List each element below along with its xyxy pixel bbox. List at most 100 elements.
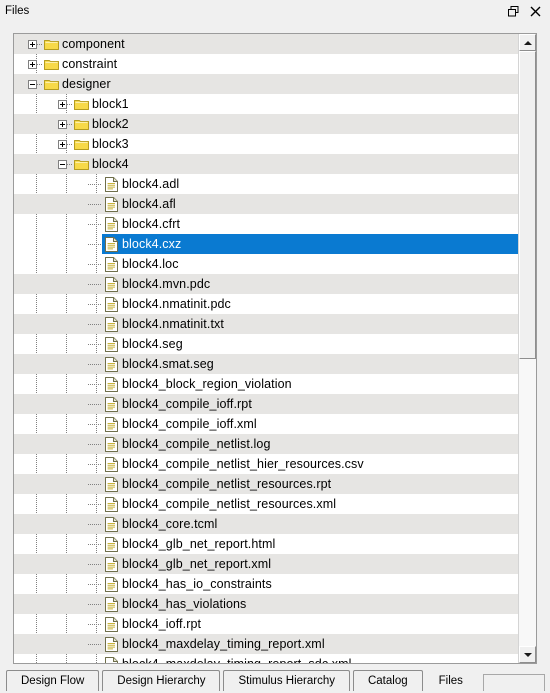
scroll-up-icon[interactable] bbox=[519, 34, 536, 51]
tree-leaf-connector bbox=[82, 454, 102, 474]
tree-row[interactable]: block4_ioff.rpt bbox=[14, 614, 518, 634]
panel-title: Files bbox=[5, 5, 30, 17]
tree-row[interactable]: block4 bbox=[14, 154, 518, 174]
tree-row[interactable]: block4_has_violations bbox=[14, 594, 518, 614]
expand-toggle-icon[interactable] bbox=[52, 134, 73, 154]
tree-row-label: block4_ioff.rpt bbox=[122, 617, 202, 631]
scrollbar-thumb[interactable] bbox=[519, 51, 536, 359]
file-tree-viewport[interactable]: component constraint designer block1 block2 b… bbox=[14, 34, 518, 663]
file-icon bbox=[102, 174, 120, 194]
collapse-toggle-icon[interactable] bbox=[52, 154, 73, 174]
tree-leaf-connector bbox=[82, 494, 102, 514]
tree-row-label: block4_block_region_violation bbox=[122, 377, 292, 391]
tree-leaf-connector bbox=[82, 594, 102, 614]
tree-leaf-connector bbox=[82, 294, 102, 314]
scrollbar-track[interactable] bbox=[519, 51, 536, 646]
tree-row-label: block4_compile_netlist_hier_resources.cs… bbox=[122, 457, 364, 471]
tree-row[interactable]: block4.nmatinit.pdc bbox=[14, 294, 518, 314]
tree-row-label: block4.smat.seg bbox=[122, 357, 214, 371]
file-icon bbox=[102, 194, 120, 214]
expand-toggle-icon[interactable] bbox=[52, 114, 73, 134]
tree-row[interactable]: block4_has_io_constraints bbox=[14, 574, 518, 594]
tree-row[interactable]: block4.cxz bbox=[14, 234, 518, 254]
tree-row[interactable]: block4_compile_netlist_resources.rpt bbox=[14, 474, 518, 494]
tree-row[interactable]: block4_compile_netlist_hier_resources.cs… bbox=[14, 454, 518, 474]
tree-row[interactable]: block4_maxdelay_timing_report.xml bbox=[14, 634, 518, 654]
tree-row[interactable]: designer bbox=[14, 74, 518, 94]
tree-row-label: block3 bbox=[92, 137, 129, 151]
file-icon bbox=[102, 514, 120, 534]
tree-row[interactable]: block1 bbox=[14, 94, 518, 114]
tree-row-label: block4.afl bbox=[122, 197, 176, 211]
tree-row[interactable]: block4_glb_net_report.xml bbox=[14, 554, 518, 574]
close-icon[interactable] bbox=[529, 5, 542, 18]
tree-row-label: component bbox=[62, 37, 125, 51]
file-icon bbox=[102, 434, 120, 454]
tree-row[interactable]: block4.smat.seg bbox=[14, 354, 518, 374]
tree-leaf-connector bbox=[82, 534, 102, 554]
tab-design-flow[interactable]: Design Flow bbox=[6, 670, 100, 691]
folder-icon bbox=[42, 34, 60, 54]
tree-row[interactable]: block4.adl bbox=[14, 174, 518, 194]
tree-row[interactable]: block4.seg bbox=[14, 334, 518, 354]
restore-icon[interactable] bbox=[507, 5, 520, 18]
tree-row-label: block4_compile_ioff.xml bbox=[122, 417, 257, 431]
tree-row[interactable]: block4_glb_net_report.html bbox=[14, 534, 518, 554]
tree-row-label: block4_has_io_constraints bbox=[122, 577, 272, 591]
tree-row[interactable]: block4_compile_ioff.rpt bbox=[14, 394, 518, 414]
tree-row[interactable]: block4.afl bbox=[14, 194, 518, 214]
file-icon bbox=[102, 574, 120, 594]
tree-row[interactable]: block4.mvn.pdc bbox=[14, 274, 518, 294]
tree-leaf-connector bbox=[82, 634, 102, 654]
file-icon bbox=[102, 554, 120, 574]
vertical-scrollbar[interactable] bbox=[518, 34, 536, 663]
expand-toggle-icon[interactable] bbox=[22, 54, 43, 74]
tree-row[interactable]: block4.nmatinit.txt bbox=[14, 314, 518, 334]
tree-row[interactable]: block4_compile_netlist_resources.xml bbox=[14, 494, 518, 514]
file-icon bbox=[102, 634, 120, 654]
tree-row-label: block4_core.tcml bbox=[122, 517, 218, 531]
tree-row[interactable]: block4_core.tcml bbox=[14, 514, 518, 534]
file-icon bbox=[102, 414, 120, 434]
expand-toggle-icon[interactable] bbox=[52, 94, 73, 114]
tree-row[interactable]: block4.loc bbox=[14, 254, 518, 274]
file-icon bbox=[102, 334, 120, 354]
collapse-toggle-icon[interactable] bbox=[22, 74, 43, 94]
tree-leaf-connector bbox=[82, 334, 102, 354]
tree-row[interactable]: block4.cfrt bbox=[14, 214, 518, 234]
tab-design-hierarchy[interactable]: Design Hierarchy bbox=[102, 670, 221, 691]
tree-leaf-connector bbox=[82, 554, 102, 574]
tree-row[interactable]: component bbox=[14, 34, 518, 54]
tab-files[interactable]: Files bbox=[425, 670, 476, 691]
tree-row[interactable]: block4_maxdelay_timing_report_sdc.xml bbox=[14, 654, 518, 663]
file-icon bbox=[102, 314, 120, 334]
tree-row[interactable]: constraint bbox=[14, 54, 518, 74]
expand-toggle-icon[interactable] bbox=[22, 34, 43, 54]
tree-row[interactable]: block4_compile_ioff.xml bbox=[14, 414, 518, 434]
scroll-down-icon[interactable] bbox=[519, 646, 536, 663]
tree-row[interactable]: block4_compile_netlist.log bbox=[14, 434, 518, 454]
tab-stimulus-hierarchy[interactable]: Stimulus Hierarchy bbox=[223, 670, 350, 691]
tab-catalog[interactable]: Catalog bbox=[352, 670, 423, 691]
tree-row[interactable]: block2 bbox=[14, 114, 518, 134]
tree-row[interactable]: block3 bbox=[14, 134, 518, 154]
tree-row[interactable]: block4_block_region_violation bbox=[14, 374, 518, 394]
window-buttons bbox=[507, 5, 546, 18]
